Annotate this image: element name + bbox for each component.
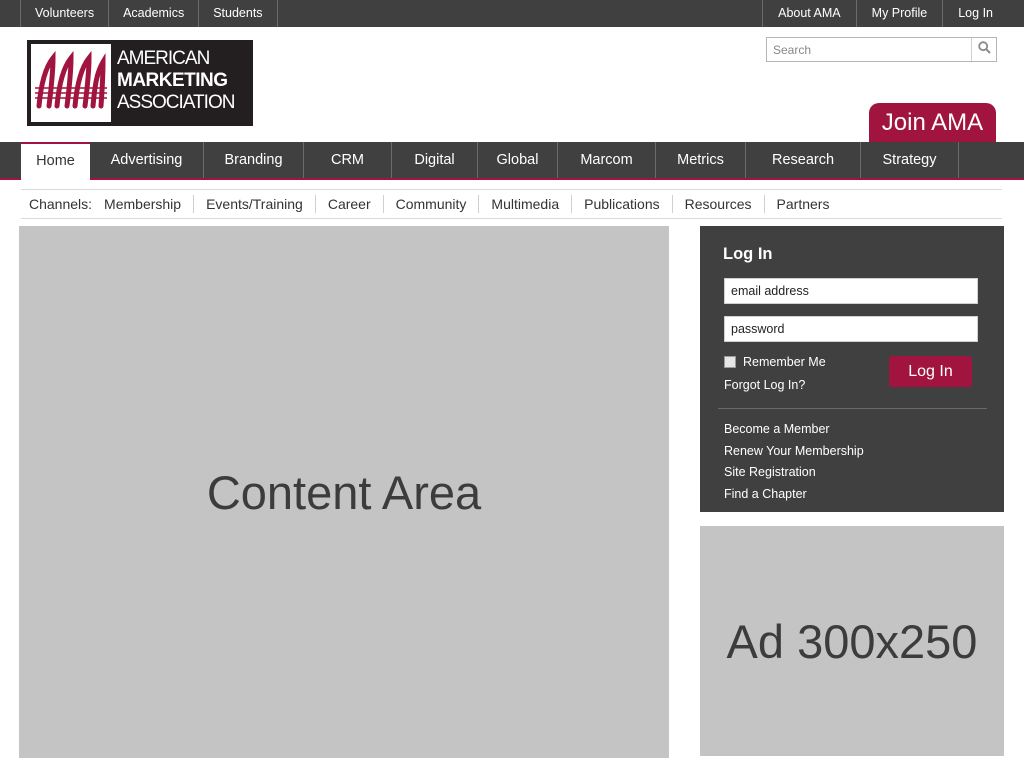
nav-item-branding[interactable]: Branding [204,142,304,178]
nav-item-crm[interactable]: CRM [304,142,392,178]
utility-bar: Volunteers Academics Students About AMA … [0,0,1024,27]
login-panel: Log In Remember Me Forgot Log In? Log In… [700,226,1004,512]
search-button[interactable] [971,38,996,61]
forgot-login-link[interactable]: Forgot Log In? [724,378,805,392]
channel-link-career[interactable]: Career [316,195,384,213]
utility-link-log-in[interactable]: Log In [942,0,1002,27]
search-icon [977,40,991,59]
utility-links-right: About AMA My Profile Log In [762,0,1002,27]
member-links: Become a Member Renew Your Membership Si… [724,419,864,506]
channel-link-membership[interactable]: Membership [104,195,195,213]
logo-line-3: ASSOCIATION [117,92,235,113]
ama-logo-wordmark: AMERICAN MARKETING ASSOCIATION [117,48,235,114]
main-nav: Home Advertising Branding CRM Digital Gl… [0,142,1024,180]
utility-links-left: Volunteers Academics Students [20,0,278,27]
login-divider [718,408,987,409]
ama-logo[interactable]: AMERICAN MARKETING ASSOCIATION [27,40,253,126]
channel-link-resources[interactable]: Resources [673,195,765,213]
utility-link-volunteers[interactable]: Volunteers [20,0,108,27]
channel-link-multimedia[interactable]: Multimedia [479,195,573,213]
channel-link-events-training[interactable]: Events/Training [194,195,316,213]
channels-bar: Channels: Membership Events/Training Car… [21,189,1002,219]
login-title: Log In [723,245,773,263]
channel-link-partners[interactable]: Partners [765,195,842,213]
join-ama-button[interactable]: Join AMA [869,103,996,143]
link-become-member[interactable]: Become a Member [724,419,864,441]
utility-link-about[interactable]: About AMA [762,0,856,27]
nav-item-metrics[interactable]: Metrics [656,142,746,178]
nav-item-marcom[interactable]: Marcom [558,142,656,178]
email-field[interactable] [724,278,978,304]
utility-link-academics[interactable]: Academics [108,0,198,27]
link-renew-membership[interactable]: Renew Your Membership [724,441,864,463]
logo-line-2: MARKETING [117,70,228,91]
ad-slot-label: Ad 300x250 [726,614,978,668]
utility-link-my-profile[interactable]: My Profile [855,0,943,27]
search-box [766,37,997,62]
login-submit-button[interactable]: Log In [889,356,972,387]
channels-label: Channels: [29,196,93,212]
ama-logo-mark-icon [31,44,111,122]
nav-item-advertising[interactable]: Advertising [90,142,204,178]
remember-me[interactable]: Remember Me [724,355,826,369]
password-field[interactable] [724,316,978,342]
nav-item-home[interactable]: Home [21,142,90,180]
content-area-label: Content Area [206,465,482,519]
channel-link-community[interactable]: Community [384,195,480,213]
nav-item-global[interactable]: Global [478,142,558,178]
link-find-chapter[interactable]: Find a Chapter [724,484,864,506]
content-area: Content Area [19,226,669,758]
nav-item-digital[interactable]: Digital [392,142,478,178]
ad-slot[interactable]: Ad 300x250 [700,526,1004,756]
nav-item-strategy[interactable]: Strategy [861,142,959,178]
logo-line-1: AMERICAN [117,48,210,69]
remember-me-checkbox[interactable] [724,356,736,368]
utility-link-students[interactable]: Students [198,0,278,27]
search-input[interactable] [767,38,970,61]
link-site-registration[interactable]: Site Registration [724,462,864,484]
nav-item-research[interactable]: Research [746,142,861,178]
channel-link-publications[interactable]: Publications [572,195,673,213]
remember-me-label: Remember Me [743,355,826,369]
